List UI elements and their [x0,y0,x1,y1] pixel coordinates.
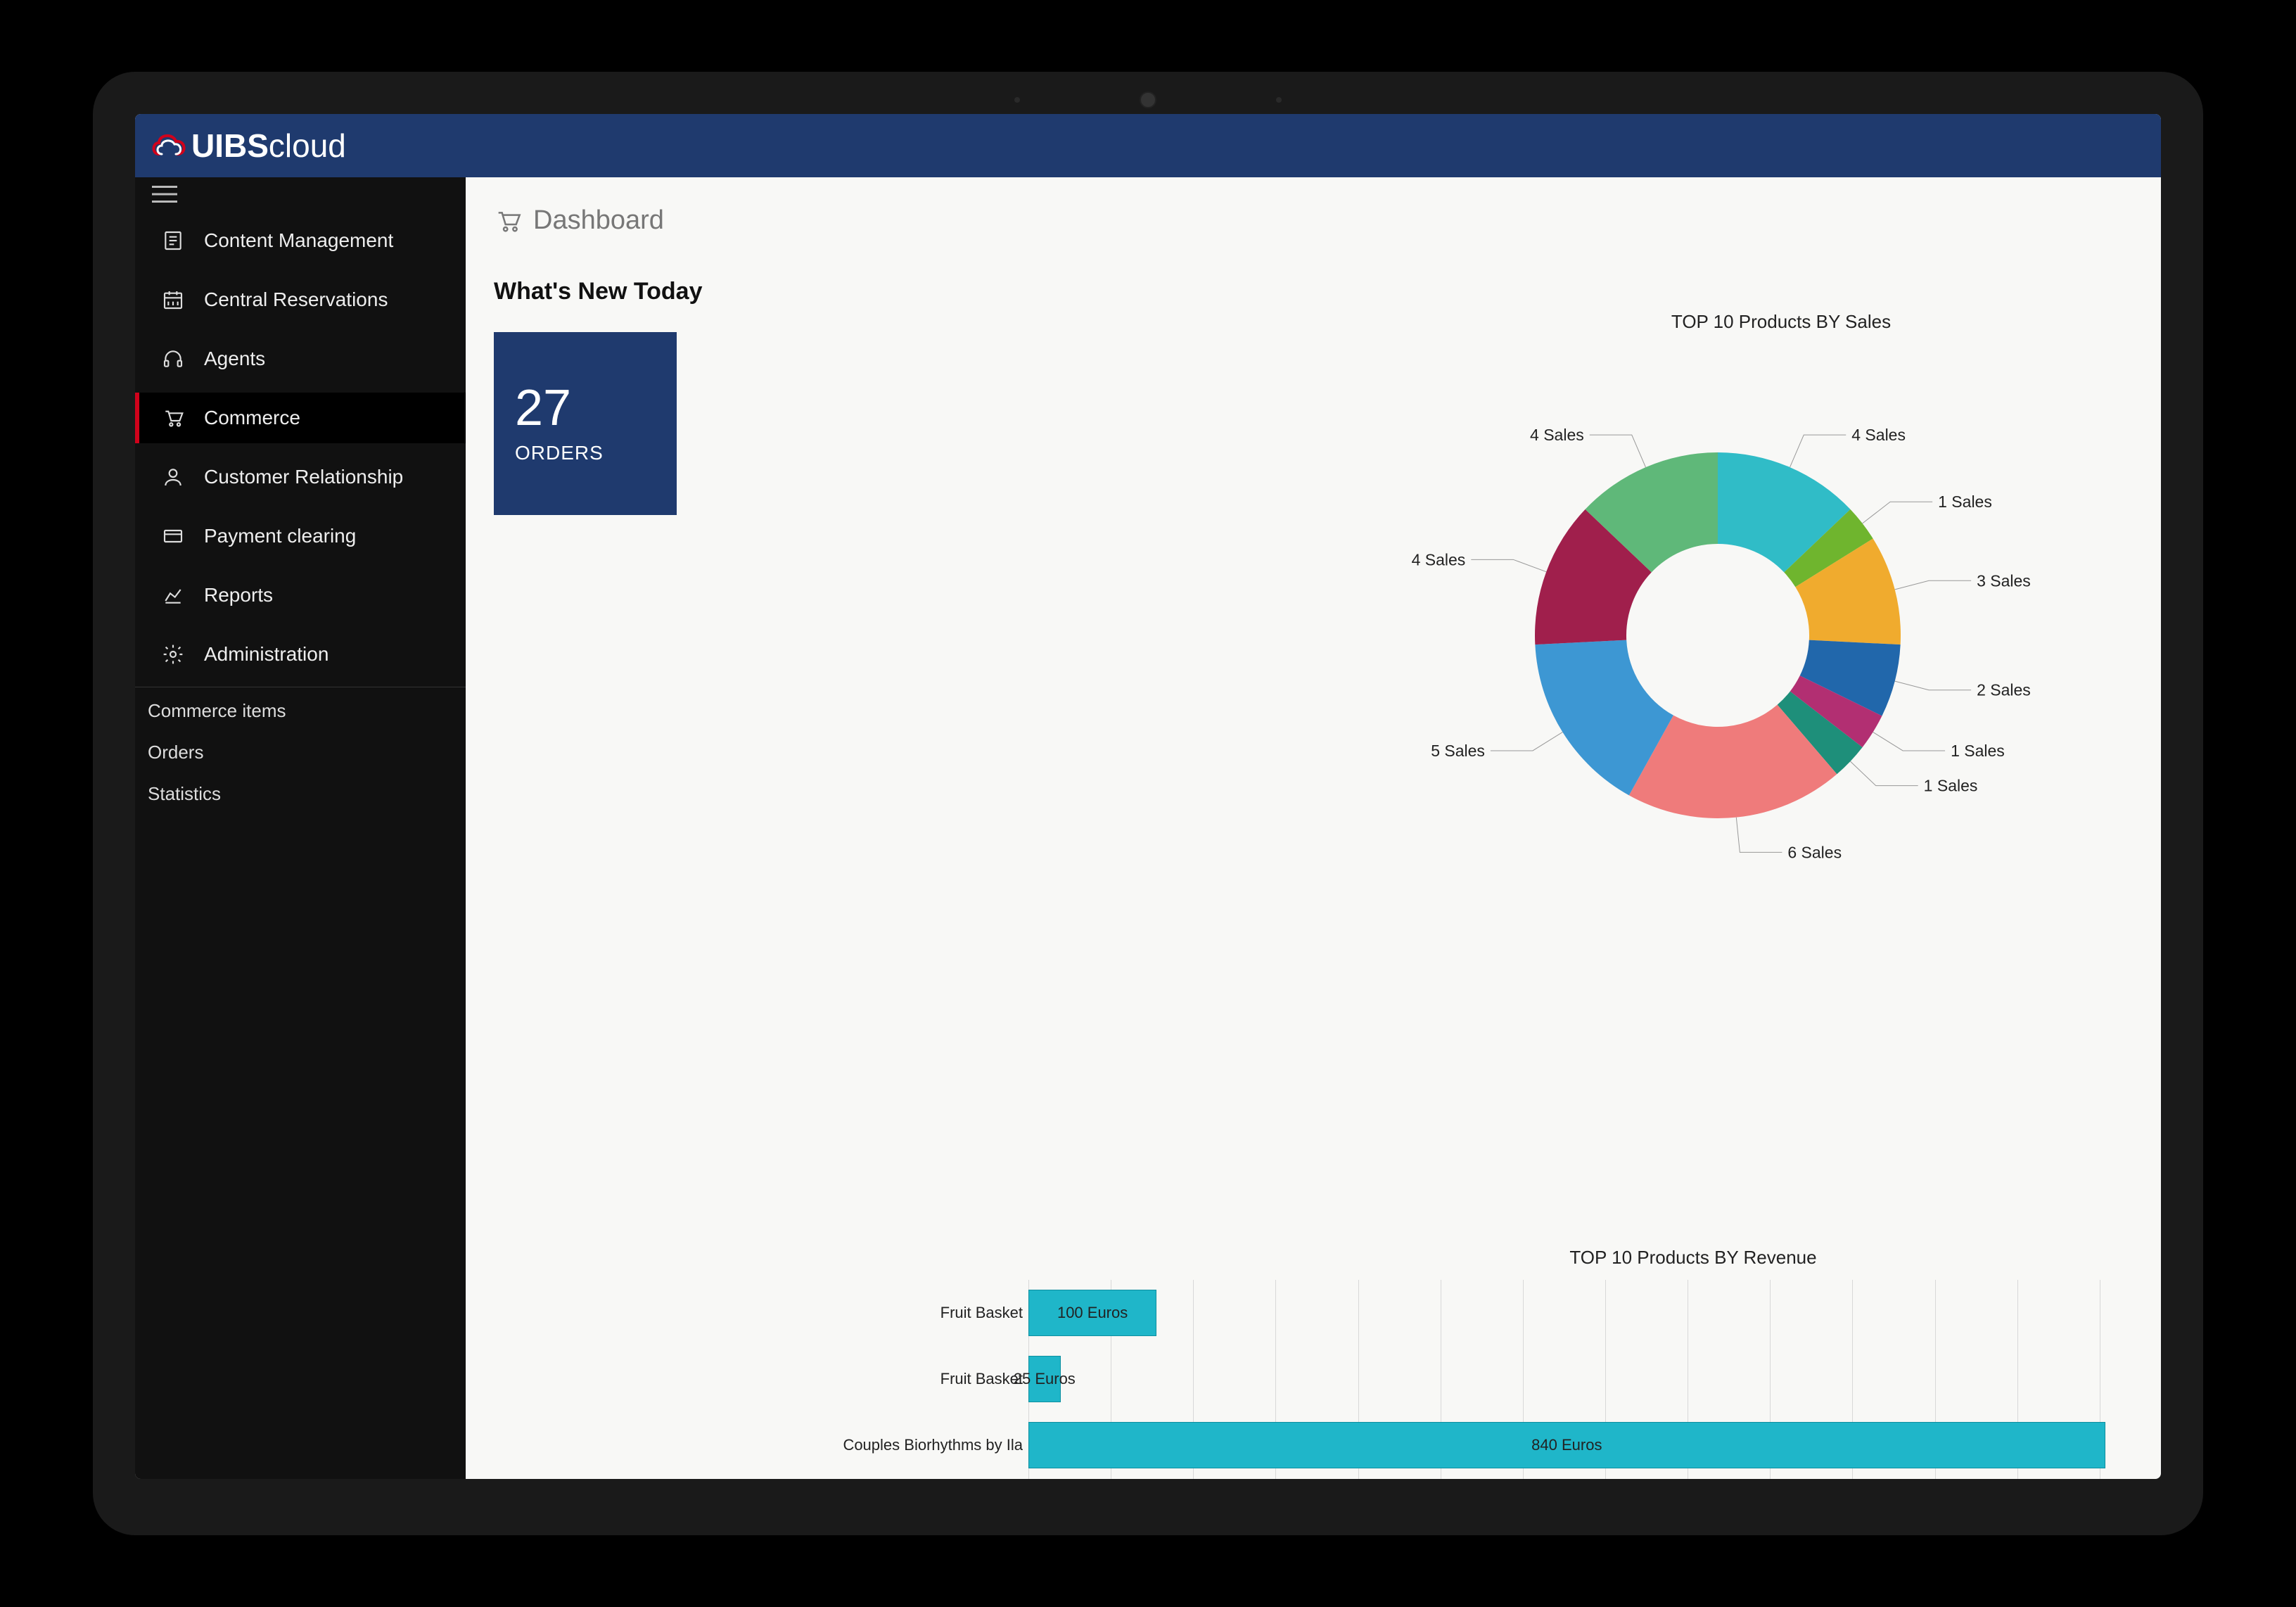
cart-icon [494,207,522,235]
donut-label: 1 Sales [1951,742,2005,760]
hamburger-icon [152,184,177,204]
bar-row: Couples Biorhythms by Ila840 Euros [627,1412,2161,1478]
stat-number: 27 [515,383,656,433]
stat-label: ORDERS [515,442,656,464]
donut-label: 2 Sales [1977,681,2031,699]
nav-customer-relationship[interactable]: Customer Relationship [135,452,466,502]
bar-category-label: Couples Biorhythms by Ila [627,1436,1028,1454]
nav-reports[interactable]: Reports [135,570,466,621]
person-icon [160,464,186,490]
donut-label: 4 Sales [1530,426,1584,444]
menu-toggle[interactable] [135,177,466,211]
brand-logo[interactable]: UIBScloud [149,127,346,165]
top-bar: UIBScloud [135,114,2161,177]
bar[interactable]: 840 Euros [1028,1422,2105,1468]
nav-payment-clearing[interactable]: Payment clearing [135,511,466,561]
cart-icon [160,405,186,431]
nav-label: Customer Relationship [204,466,403,488]
bar-category-label: Fruit Basket [627,1304,1028,1322]
cloud-icon [149,130,187,161]
page-title: Dashboard [533,205,664,236]
nav-label: Payment clearing [204,525,356,547]
nav-agents[interactable]: Agents [135,334,466,384]
sub-commerce-items[interactable]: Commerce items [135,690,466,732]
nav-label: Administration [204,643,329,666]
bar[interactable]: 100 Euros [1028,1290,1156,1336]
bar[interactable]: 25 Euros [1028,1356,1061,1402]
gear-icon [160,642,186,667]
sub-orders[interactable]: Orders [135,732,466,773]
nav-label: Content Management [204,229,393,252]
chart-icon [160,583,186,608]
donut-label: 4 Sales [1412,550,1466,569]
donut-label: 1 Sales [1924,777,1978,795]
bar-row: Ila Rose Bliss Bath with Bath Oil for Gl… [627,1478,2161,1479]
nav-administration[interactable]: Administration [135,629,466,680]
donut-label: 6 Sales [1787,843,1842,861]
donut-svg: 4 Sales 1 Sales 3 Sales 2 Sales 1 Sales 1 Sal… [1387,361,2161,910]
tablet-camera [1140,91,1156,108]
donut-label: 1 Sales [1938,493,1992,511]
top-products-revenue-chart: TOP 10 Products BY Revenue Fruit Basket1… [627,1247,2161,1479]
orders-stat-card[interactable]: 27 ORDERS [494,332,677,515]
tablet-frame: UIBScloud Content Management Central Res… [93,72,2203,1535]
calendar-icon [160,287,186,312]
whats-new-heading: What's New Today [494,278,2161,305]
nav-central-reservations[interactable]: Central Reservations [135,274,466,325]
top-products-sales-chart: TOP 10 Products BY Sales 4 Sales 1 Sales 3… [1387,311,2161,910]
bar-chart: Fruit Basket100 EurosFruit Basket25 Euro… [627,1280,2161,1479]
sidebar: Content Management Central Reservations … [135,177,466,1479]
nav-commerce[interactable]: Commerce [135,393,466,443]
nav-label: Commerce [204,407,300,429]
nav-label: Agents [204,348,265,370]
donut-label: 5 Sales [1431,742,1485,760]
donut-label: 4 Sales [1851,426,1906,444]
donut-label: 3 Sales [1977,571,2031,590]
page-header: Dashboard [494,205,2161,236]
brand-text: UIBScloud [191,127,346,165]
card-icon [160,523,186,549]
chart-title: TOP 10 Products BY Sales [1387,311,2161,333]
sub-statistics[interactable]: Statistics [135,773,466,815]
bar-category-label: Fruit Basket [627,1370,1028,1388]
app-screen: UIBScloud Content Management Central Res… [135,114,2161,1479]
main-content: Dashboard What's New Today 27 ORDERS TOP… [466,177,2161,1479]
document-icon [160,228,186,253]
nav-content-management[interactable]: Content Management [135,215,466,266]
headset-icon [160,346,186,371]
bar-row: Fruit Basket100 Euros [627,1280,2161,1346]
nav-label: Central Reservations [204,288,388,311]
bar-row: Fruit Basket25 Euros [627,1346,2161,1412]
chart-title: TOP 10 Products BY Revenue [1204,1247,2161,1269]
nav-label: Reports [204,584,273,606]
